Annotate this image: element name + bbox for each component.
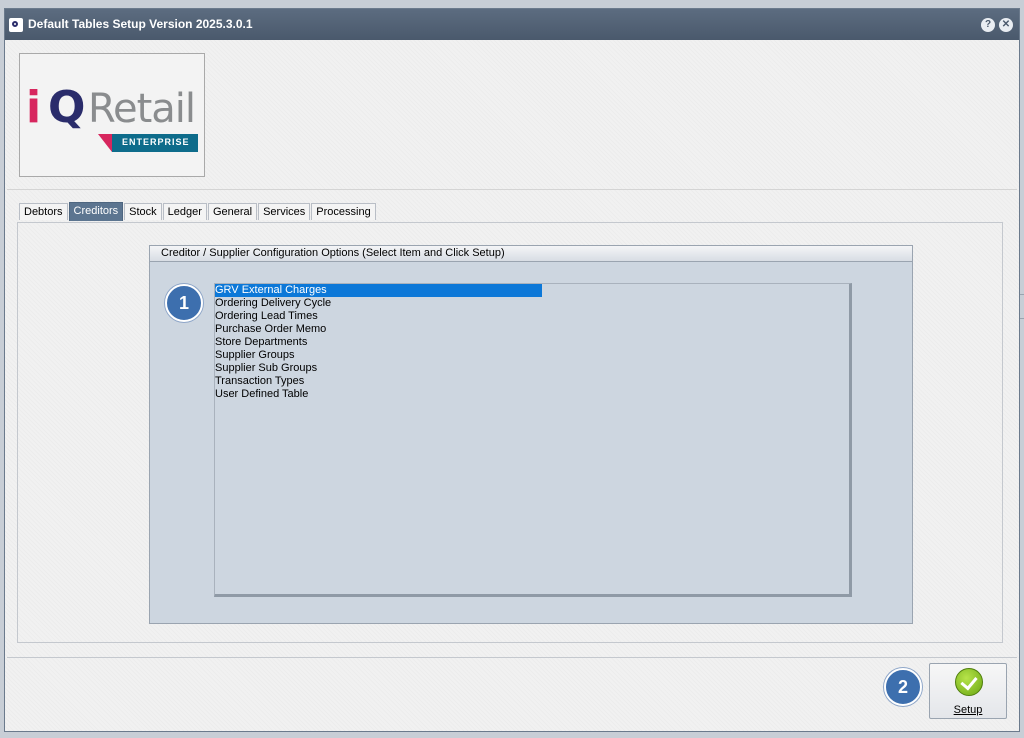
app-icon xyxy=(9,18,23,32)
logo-enterprise-text: ENTERPRISE xyxy=(122,137,190,147)
list-item[interactable]: Ordering Delivery Cycle xyxy=(215,297,849,310)
logo-enterprise-band: ENTERPRISE xyxy=(98,134,198,152)
window-title: Default Tables Setup Version 2025.3.0.1 xyxy=(28,17,253,31)
list-item[interactable]: User Defined Table xyxy=(215,388,849,401)
title-bar[interactable]: Default Tables Setup Version 2025.3.0.1 … xyxy=(5,9,1019,40)
footer-divider xyxy=(7,657,1017,658)
groupbox-title: Creditor / Supplier Configuration Option… xyxy=(161,247,505,259)
creditor-config-groupbox: Creditor / Supplier Configuration Option… xyxy=(149,245,913,624)
list-item[interactable]: Ordering Lead Times xyxy=(215,310,849,323)
step-badge-1: 1 xyxy=(165,284,203,322)
tab-ledger[interactable]: Ledger xyxy=(162,203,207,220)
setup-button-label: Setup xyxy=(953,704,983,716)
logo-letter-i: i xyxy=(26,82,41,133)
list-item[interactable]: Transaction Types xyxy=(215,375,849,388)
tab-stock[interactable]: Stock xyxy=(124,203,162,220)
list-item[interactable]: GRV External Charges xyxy=(215,284,542,297)
logo-retail-text: Retail xyxy=(88,86,196,132)
list-item[interactable]: Store Departments xyxy=(215,336,849,349)
step-badge-2: 2 xyxy=(884,668,922,706)
tab-creditors[interactable]: Creditors xyxy=(68,202,124,221)
setup-button[interactable]: Setup xyxy=(929,663,1007,719)
tab-services[interactable]: Services xyxy=(258,203,311,220)
groupbox-header: Creditor / Supplier Configuration Option… xyxy=(150,246,912,262)
config-options-list[interactable]: GRV External Charges Ordering Delivery Cy… xyxy=(214,283,852,597)
list-item[interactable]: Supplier Groups xyxy=(215,349,849,362)
list-item[interactable]: Purchase Order Memo xyxy=(215,323,849,336)
iq-retail-logo: i Q Retail ENTERPRISE xyxy=(19,53,205,177)
list-item[interactable]: Supplier Sub Groups xyxy=(215,362,849,375)
background-edge xyxy=(1020,294,1024,295)
tab-debtors[interactable]: Debtors xyxy=(19,203,68,220)
check-icon xyxy=(955,668,983,696)
logo-letter-q: Q xyxy=(48,82,86,133)
tab-strip: Debtors Creditors Stock Ledger General Servic… xyxy=(19,202,377,222)
tab-processing[interactable]: Processing xyxy=(311,203,376,220)
help-icon[interactable]: ? xyxy=(981,18,995,32)
tab-general[interactable]: General xyxy=(207,203,258,220)
header-divider xyxy=(7,189,1017,190)
background-edge xyxy=(1020,318,1024,319)
close-icon[interactable]: ✕ xyxy=(999,18,1013,32)
default-tables-setup-window: Default Tables Setup Version 2025.3.0.1 … xyxy=(4,8,1020,732)
